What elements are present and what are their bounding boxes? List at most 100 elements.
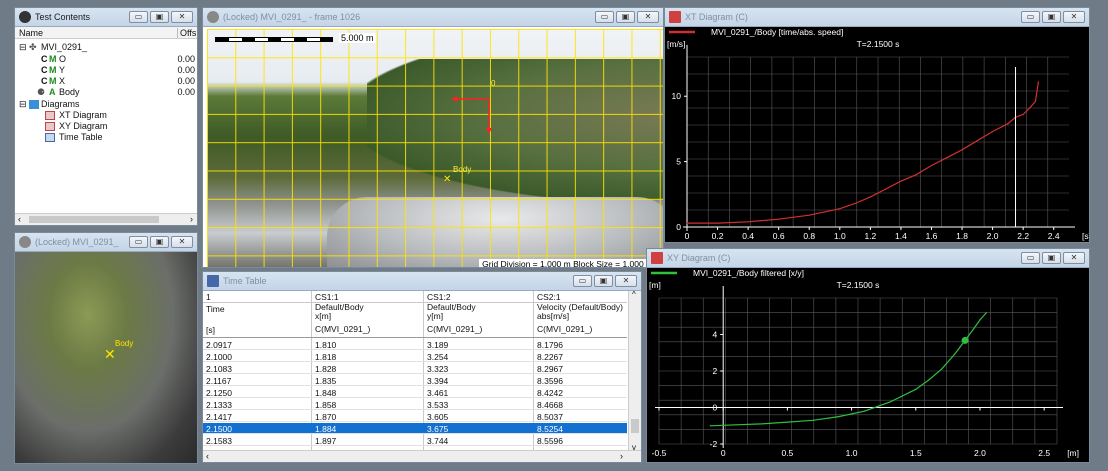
xy-diagram-icon xyxy=(45,122,55,131)
tree-video-node[interactable]: ⊟ ✤ MVI_0291_ xyxy=(15,42,197,53)
title-bar[interactable]: Time Table ▭ ▣ ✕ xyxy=(203,272,641,291)
horizontal-scrollbar[interactable]: ‹ › xyxy=(15,213,197,225)
table-row[interactable]: 2.1167 1.835 3.394 8.3596 xyxy=(203,375,627,386)
restore-button[interactable]: ▣ xyxy=(1042,252,1061,264)
minimize-button[interactable]: ▭ xyxy=(129,236,148,248)
restore-button[interactable]: ▣ xyxy=(150,236,169,248)
time-table-icon xyxy=(45,133,55,142)
table-cell: 1.897 xyxy=(315,436,337,446)
table-icon xyxy=(207,275,219,287)
table-cell: 1.818 xyxy=(315,352,337,362)
table-row[interactable]: 2.1083 1.828 3.323 8.2967 xyxy=(203,363,627,374)
restore-button[interactable]: ▣ xyxy=(594,275,613,287)
close-button[interactable]: ✕ xyxy=(615,275,637,287)
xy-plot-area[interactable]: -0.5 0 0.5 1.0 1.5 2.0 2.5 4 2 0 -2 MVI_0291_/Body … xyxy=(647,268,1089,462)
x-tick-label: 0 xyxy=(685,231,690,241)
x-tick-label: 2.2 xyxy=(1017,231,1029,241)
close-button[interactable]: ✕ xyxy=(1063,11,1085,23)
close-button[interactable]: ✕ xyxy=(1063,252,1085,264)
title-bar[interactable]: (Locked) MVI_0291_ ▭ ▣ ✕ xyxy=(15,233,197,252)
x-tick-label: 1.6 xyxy=(926,231,938,241)
data-point xyxy=(915,388,917,390)
table-cell: 1.835 xyxy=(315,376,337,386)
table-row[interactable]: 2.1333 1.858 3.533 8.4668 xyxy=(203,399,627,410)
minimize-button[interactable]: ▭ xyxy=(129,11,148,23)
tree-diagram-item[interactable]: XT Diagram xyxy=(15,110,197,121)
x-tick-label: 0.5 xyxy=(781,448,793,458)
row-number: 1 xyxy=(206,292,211,302)
close-button[interactable]: ✕ xyxy=(637,11,659,23)
camera-icon xyxy=(19,236,31,248)
column-header[interactable]: Velocity (Default/Body) abs[m/s] xyxy=(537,303,623,321)
zoom-view[interactable]: ✕ Body xyxy=(15,252,197,463)
column-cs: CS1:1 xyxy=(315,292,339,302)
table-row[interactable]: 2.1500 1.884 3.675 8.5254 xyxy=(203,423,627,434)
restore-button[interactable]: ▣ xyxy=(1042,11,1061,23)
minimize-button[interactable]: ▭ xyxy=(1021,252,1040,264)
restore-button[interactable]: ▣ xyxy=(150,11,169,23)
tree-track-item[interactable]: ⚈ A Body 0.00 xyxy=(15,87,197,98)
table-cell: 8.4242 xyxy=(537,388,563,398)
column-header[interactable]: Default/Body y[m] xyxy=(427,303,476,321)
time-table[interactable]: 1 CS1:1 CS1:2 CS2:1 Time Default/Body x[… xyxy=(203,291,641,462)
x-tick-label: 0.4 xyxy=(742,231,754,241)
restore-button[interactable]: ▣ xyxy=(616,11,635,23)
data-point xyxy=(1007,123,1009,125)
table-row[interactable]: 2.1250 1.848 3.461 8.4242 xyxy=(203,387,627,398)
title-bar[interactable]: Test Contents ▭ ▣ ✕ xyxy=(15,8,197,27)
tree-track-item[interactable]: C M O 0.00 xyxy=(15,54,197,65)
coordinate-system[interactable] xyxy=(207,29,663,268)
minimize-button[interactable]: ▭ xyxy=(595,11,614,23)
table-row[interactable]: 2.1000 1.818 3.254 8.2267 xyxy=(203,351,627,362)
xy-diagram-window: XY Diagram (C) ▭ ▣ ✕ -0.5 0 0.5 1.0 1.5 2.0 2.… xyxy=(646,248,1090,463)
tree-track-item[interactable]: C M Y 0.00 xyxy=(15,65,197,76)
window-title: Test Contents xyxy=(35,12,91,22)
table-row[interactable]: 2.1583 1.897 3.744 8.5596 xyxy=(203,435,627,446)
table-cell: 8.4668 xyxy=(537,400,563,410)
column-header[interactable]: Time xyxy=(206,304,225,314)
origin-label: 0 xyxy=(491,79,496,88)
table-cell: 8.5254 xyxy=(537,424,563,434)
y-tick-label: -2 xyxy=(710,439,718,449)
scroll-thumb[interactable] xyxy=(631,419,639,433)
test-contents-window: Test Contents ▭ ▣ ✕ Name Offs ⊟ ✤ MVI_02… xyxy=(14,7,198,226)
horizontal-scrollbar[interactable]: ‹ › xyxy=(203,450,641,462)
scroll-thumb[interactable] xyxy=(29,216,159,223)
title-bar[interactable]: XY Diagram (C) ▭ ▣ ✕ xyxy=(647,249,1089,268)
xt-chart[interactable]: 0 0.2 0.4 0.6 0.8 1.0 1.2 1.4 1.6 1.8 2.0 2.2 2.4 10 5… xyxy=(665,27,1089,243)
collapse-icon[interactable]: ⊟ xyxy=(19,99,27,110)
xt-plot-area[interactable]: 0 0.2 0.4 0.6 0.8 1.0 1.2 1.4 1.6 1.8 2.0 2.2 2.4 10 5… xyxy=(665,27,1089,242)
table-row[interactable]: 2.1417 1.870 3.605 8.5037 xyxy=(203,411,627,422)
grid-info: Grid Division = 1.000 m Block Size = 1.0… xyxy=(479,259,659,267)
minimize-button[interactable]: ▭ xyxy=(1021,11,1040,23)
vertical-scrollbar[interactable]: ^ v xyxy=(628,291,641,452)
collapse-icon[interactable]: ⊟ xyxy=(19,42,27,53)
name-column-header[interactable]: Name xyxy=(19,28,43,38)
xy-chart[interactable]: -0.5 0 0.5 1.0 1.5 2.0 2.5420-2MVI_0291_/Body … xyxy=(647,268,1089,463)
data-point xyxy=(961,149,963,151)
column-header[interactable]: Default/Body x[m] xyxy=(315,303,364,321)
tree-diagrams-node[interactable]: ⊟ Diagrams xyxy=(15,99,197,110)
legend-label: MVI_0291_/Body filtered [x/y] xyxy=(693,268,804,278)
minimize-button[interactable]: ▭ xyxy=(573,275,592,287)
table-cell: 3.189 xyxy=(427,340,449,350)
table-cell: 3.605 xyxy=(427,412,449,422)
tree-track-item[interactable]: C M X 0.00 xyxy=(15,76,197,87)
data-point xyxy=(869,196,871,198)
table-cell: 8.1796 xyxy=(537,340,563,350)
offset-column-header[interactable]: Offs xyxy=(177,28,196,38)
tree-diagram-item[interactable]: Time Table xyxy=(15,132,197,143)
tree-diagram-item[interactable]: XY Diagram xyxy=(15,121,197,132)
x-tick-label: 0.2 xyxy=(712,231,724,241)
data-point xyxy=(940,368,943,370)
table-cell: 3.323 xyxy=(427,364,449,374)
title-bar[interactable]: XT Diagram (C) ▭ ▣ ✕ xyxy=(665,8,1089,27)
close-button[interactable]: ✕ xyxy=(171,236,193,248)
x-tick-label: 0.8 xyxy=(803,231,815,241)
table-row[interactable]: 2.0917 1.810 3.189 8.1796 xyxy=(203,339,627,350)
title-bar[interactable]: (Locked) MVI_0291_ - frame 1026 ▭ ▣ ✕ xyxy=(203,8,663,27)
close-button[interactable]: ✕ xyxy=(171,11,193,23)
data-point xyxy=(686,222,688,224)
table-cell: 2.1083 xyxy=(206,364,232,374)
video-frame[interactable]: 5.000 m 0 ✕ Body Grid Division = 1.000 m… xyxy=(207,29,663,268)
